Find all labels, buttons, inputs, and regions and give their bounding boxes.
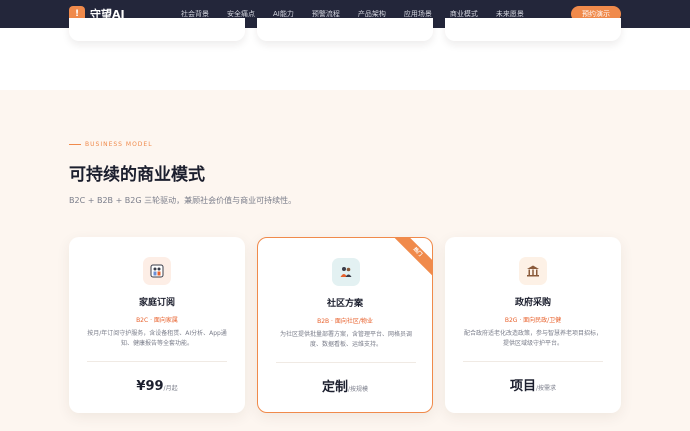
- card-description: 为社区提供批量部署方案，含管理平台、网格员调度、数据看板、运维支持。: [279, 331, 412, 348]
- price-unit: /按规模: [347, 386, 369, 393]
- plan-card-government[interactable]: 政府采购 B2G · 面向民政/卫健 配合政府适老化改造政策，参与智慧养老项目招…: [445, 237, 621, 413]
- price-unit: /按需求: [535, 385, 557, 392]
- previous-section: [0, 18, 690, 90]
- previous-card: [445, 18, 621, 41]
- previous-card: [69, 18, 245, 41]
- price-value: 项目: [509, 379, 536, 394]
- card-tag: B2G · 面向民政/卫健: [504, 317, 562, 324]
- eyebrow-line: [69, 144, 81, 145]
- card-title: 社区方案: [326, 299, 363, 309]
- section-subtitle: B2C + B2B + B2G 三轮驱动，兼顾社会价值与商业可持续性。: [69, 196, 297, 205]
- community-icon: [332, 258, 360, 286]
- card-tag: B2C · 面向家属: [136, 317, 178, 324]
- government-icon: [519, 257, 547, 285]
- price-value: ¥99: [136, 379, 164, 394]
- section-eyebrow: BUSINESS MODEL: [69, 141, 153, 148]
- section-title: 可持续的商业模式: [69, 165, 205, 185]
- card-title: 家庭订阅: [138, 298, 175, 308]
- card-price: ¥99/月起: [69, 375, 245, 394]
- card-tag: B2B · 面向社区/物业: [317, 318, 373, 325]
- plan-card-community[interactable]: 热门 社区方案 B2B · 面向社区/物业 为社区提供批量部署方案，含管理平台、…: [257, 237, 433, 413]
- eyebrow-text: BUSINESS MODEL: [85, 141, 153, 148]
- previous-card: [257, 18, 433, 41]
- family-icon: [143, 257, 171, 285]
- popular-ribbon: 热门: [388, 238, 432, 282]
- card-price: 定制/按规模: [258, 376, 432, 395]
- card-title: 政府采购: [514, 298, 551, 308]
- card-description: 按月/年订阅守护服务，含设备租赁、AI分析、App通知、健康报告等全套功能。: [87, 330, 227, 347]
- card-price: 项目/按需求: [445, 375, 621, 394]
- card-divider: [276, 362, 416, 363]
- card-divider: [463, 361, 603, 362]
- card-divider: [87, 361, 227, 362]
- plan-card-family[interactable]: 家庭订阅 B2C · 面向家属 按月/年订阅守护服务，含设备租赁、AI分析、Ap…: [69, 237, 245, 413]
- price-value: 定制: [321, 380, 348, 395]
- price-unit: /月起: [163, 385, 178, 392]
- card-description: 配合政府适老化改造政策，参与智慧养老项目招标，提供区域级守护平台。: [463, 330, 602, 347]
